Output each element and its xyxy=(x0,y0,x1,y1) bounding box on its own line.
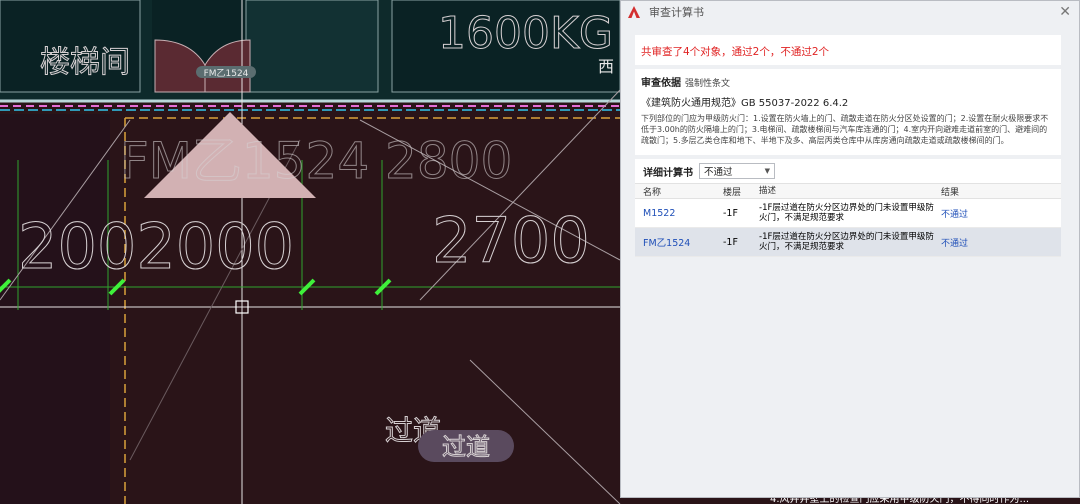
filter-value: 不通过 xyxy=(704,167,733,178)
basis-header: 审查依据 强制性条文 xyxy=(641,74,1055,89)
elevator-capacity-label: 1600KG xyxy=(438,8,613,59)
table-row[interactable]: M1522 -1F -1F层过道在防火分区边界处的门未设置甲级防火门，不满足规范… xyxy=(635,199,1061,228)
summary-text: 共审查了4个对象，通过2个，不通过2个 xyxy=(641,46,830,58)
review-report-dialog: 审查计算书 ✕ 共审查了4个对象，通过2个，不通过2个 审查依据 强制性条文 《建… xyxy=(620,0,1080,498)
room-label-stair: 楼梯间 xyxy=(40,45,130,80)
result-filter-select[interactable]: 不通过 ▼ xyxy=(699,163,775,179)
autocad-logo-icon xyxy=(627,5,641,19)
col-desc[interactable]: 描述 xyxy=(759,186,941,196)
row-desc: -1F层过道在防火分区边界处的门未设置甲级防火门，不满足规范要求 xyxy=(759,203,934,223)
clause-text: 下列部位的门应为甲级防火门：1.设置在防火墙上的门、疏散走道在防火分区处设置的门… xyxy=(641,114,1049,145)
dialog-titlebar: 审查计算书 xyxy=(621,1,1079,23)
review-basis-card: 审查依据 强制性条文 《建筑防火通用规范》GB 55037-2022 6.4.2 … xyxy=(635,69,1061,155)
chevron-down-icon: ▼ xyxy=(764,167,770,175)
basis-label: 审查依据 xyxy=(641,78,681,89)
row-desc: -1F层过道在防火分区边界处的门未设置甲级防火门，不满足规范要求 xyxy=(759,232,934,252)
basis-tag: 强制性条文 xyxy=(685,79,731,89)
west-label: 西 xyxy=(598,57,614,76)
col-floor[interactable]: 楼层 xyxy=(723,185,759,198)
row-floor: -1F xyxy=(723,207,738,219)
row-name[interactable]: M1522 xyxy=(635,208,723,219)
door-tag-label: FM乙1524 xyxy=(204,68,249,79)
row-result: 不通过 xyxy=(941,209,969,220)
summary-card: 共审查了4个对象，通过2个，不通过2个 xyxy=(635,35,1061,65)
col-result[interactable]: 结果 xyxy=(941,185,981,198)
dialog-title: 审查计算书 xyxy=(649,6,704,19)
detail-header: 详细计算书 不通过 ▼ xyxy=(635,159,1061,183)
standard-reference: 《建筑防火通用规范》GB 55037-2022 6.4.2 xyxy=(641,98,849,109)
close-icon[interactable]: ✕ xyxy=(1059,4,1071,20)
row-result: 不通过 xyxy=(941,238,969,249)
table-row[interactable]: FM乙1524 -1F -1F层过道在防火分区边界处的门未设置甲级防火门，不满足… xyxy=(635,228,1061,257)
row-floor: -1F xyxy=(723,236,738,248)
dimension-right: 2700 xyxy=(432,204,590,277)
dimension-left: 2002000 xyxy=(18,210,294,283)
table-header: 名称 楼层 描述 结果 xyxy=(635,183,1061,199)
detail-label: 详细计算书 xyxy=(643,167,693,179)
detail-card: 详细计算书 不通过 ▼ 名称 楼层 描述 结果 M1522 -1F -1F层过道… xyxy=(635,159,1061,257)
col-name[interactable]: 名称 xyxy=(635,185,723,198)
ghost-door-label: FM乙1524 2800 xyxy=(120,132,512,190)
row-name[interactable]: FM乙1524 xyxy=(635,235,723,249)
corridor-tag-label: 过道 xyxy=(442,433,490,461)
